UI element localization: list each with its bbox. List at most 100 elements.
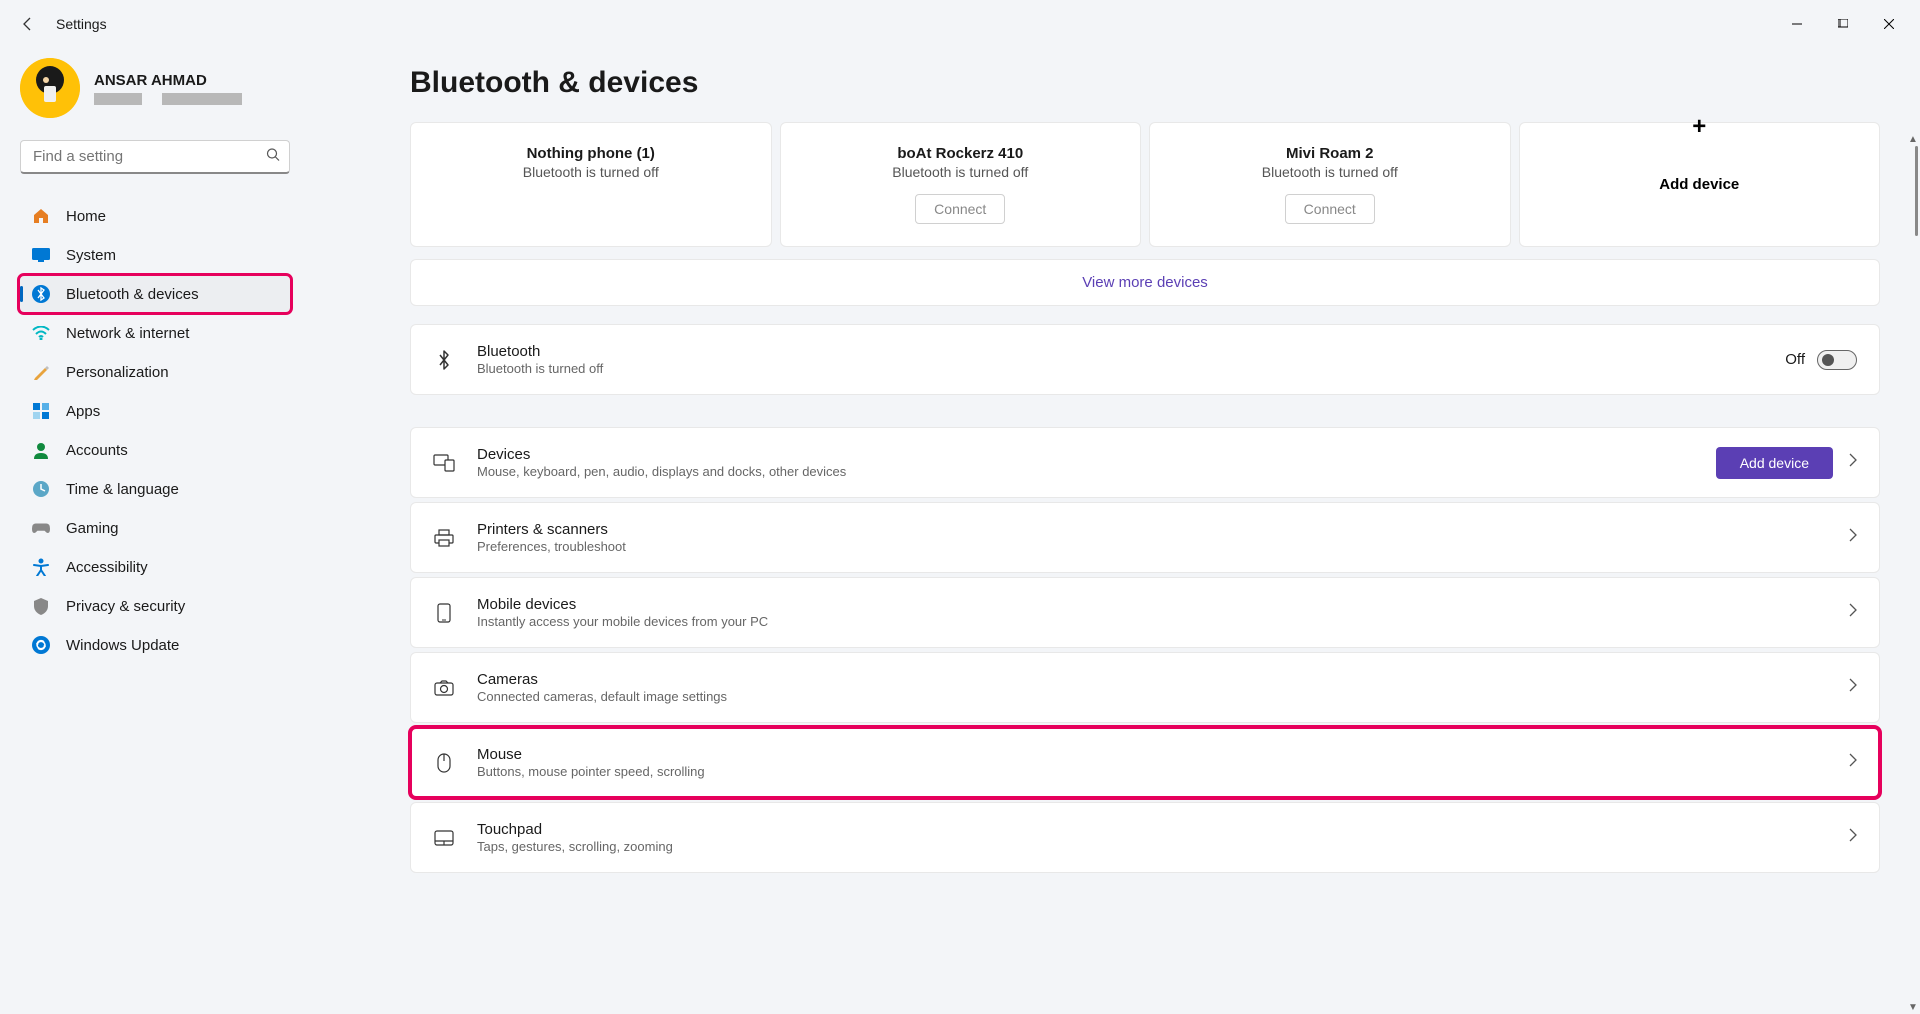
setting-row-mobile[interactable]: Mobile devicesInstantly access your mobi…: [410, 577, 1880, 648]
home-icon: [32, 207, 50, 225]
device-name: boAt Rockerz 410: [897, 145, 1023, 162]
chevron-right-icon: [1849, 603, 1857, 622]
sidebar-item-update[interactable]: Windows Update: [20, 627, 290, 663]
connect-button[interactable]: Connect: [1285, 194, 1375, 224]
bluetooth-state-label: Off: [1785, 351, 1805, 368]
scroll-down-icon[interactable]: ▼: [1906, 1000, 1920, 1014]
bluetooth-toggle[interactable]: [1817, 350, 1857, 370]
search-box: [20, 140, 290, 174]
close-button[interactable]: [1866, 8, 1912, 40]
setting-body: TouchpadTaps, gestures, scrolling, zoomi…: [477, 821, 1827, 854]
view-more-devices[interactable]: View more devices: [410, 259, 1880, 306]
device-status: Bluetooth is turned off: [892, 164, 1028, 180]
setting-action: [1849, 678, 1857, 697]
account-block[interactable]: ANSAR AHMAD: [20, 58, 306, 140]
setting-title: Mouse: [477, 746, 1827, 763]
account-sub: [94, 93, 242, 105]
setting-row-touchpad[interactable]: TouchpadTaps, gestures, scrolling, zoomi…: [410, 802, 1880, 873]
setting-desc: Instantly access your mobile devices fro…: [477, 614, 1827, 629]
search-icon[interactable]: [266, 148, 280, 167]
setting-action: [1849, 603, 1857, 622]
sidebar-item-label: Home: [66, 208, 106, 225]
connect-button[interactable]: Connect: [915, 194, 1005, 224]
sidebar-item-personalization[interactable]: Personalization: [20, 354, 290, 390]
chevron-right-icon: [1849, 828, 1857, 847]
setting-title: Cameras: [477, 671, 1827, 688]
sidebar: ANSAR AHMAD Home System Bluetooth & device…: [0, 48, 310, 1014]
bluetooth-icon: [433, 349, 455, 371]
sidebar-item-accounts[interactable]: Accounts: [20, 432, 290, 468]
sidebar-item-network[interactable]: Network & internet: [20, 315, 290, 351]
sidebar-item-time[interactable]: Time & language: [20, 471, 290, 507]
window-title: Settings: [56, 16, 107, 32]
setting-row-printers[interactable]: Printers & scannersPreferences, troubles…: [410, 502, 1880, 573]
nav: Home System Bluetooth & devices Network & i…: [20, 198, 306, 663]
sidebar-item-label: Privacy & security: [66, 598, 185, 615]
sidebar-item-label: Accessibility: [66, 559, 148, 576]
camera-icon: [433, 680, 455, 696]
sidebar-item-label: Time & language: [66, 481, 179, 498]
device-status: Bluetooth is turned off: [1262, 164, 1398, 180]
sidebar-item-label: System: [66, 247, 116, 264]
setting-title: Mobile devices: [477, 596, 1827, 613]
personalization-icon: [32, 363, 50, 381]
setting-row-cameras[interactable]: CamerasConnected cameras, default image …: [410, 652, 1880, 723]
setting-desc: Taps, gestures, scrolling, zooming: [477, 839, 1827, 854]
sidebar-item-bluetooth[interactable]: Bluetooth & devices: [20, 276, 290, 312]
setting-body: Printers & scannersPreferences, troubles…: [477, 521, 1827, 554]
sidebar-item-gaming[interactable]: Gaming: [20, 510, 290, 546]
search-input[interactable]: [20, 140, 290, 174]
add-device-card[interactable]: +Add device: [1519, 122, 1881, 247]
add-device-label: Add device: [1659, 176, 1739, 193]
privacy-icon: [32, 597, 50, 615]
network-icon: [32, 324, 50, 342]
apps-icon: [32, 402, 50, 420]
sidebar-item-apps[interactable]: Apps: [20, 393, 290, 429]
scrollbar-thumb[interactable]: [1915, 146, 1918, 236]
setting-body: DevicesMouse, keyboard, pen, audio, disp…: [477, 446, 1694, 479]
chevron-right-icon: [1849, 678, 1857, 697]
setting-action: [1849, 753, 1857, 772]
minimize-button[interactable]: [1774, 8, 1820, 40]
system-icon: [32, 246, 50, 264]
devices-icon: [433, 454, 455, 472]
device-cards: Nothing phone (1)Bluetooth is turned off…: [410, 122, 1880, 247]
account-name: ANSAR AHMAD: [94, 72, 242, 89]
back-button[interactable]: [8, 4, 48, 44]
setting-body: Mobile devicesInstantly access your mobi…: [477, 596, 1827, 629]
setting-desc: Connected cameras, default image setting…: [477, 689, 1827, 704]
page-title: Bluetooth & devices: [410, 66, 1880, 100]
avatar: [20, 58, 80, 118]
accounts-icon: [32, 441, 50, 459]
setting-row-devices[interactable]: DevicesMouse, keyboard, pen, audio, disp…: [410, 427, 1880, 498]
setting-body: MouseButtons, mouse pointer speed, scrol…: [477, 746, 1827, 779]
mobile-icon: [433, 603, 455, 623]
window-controls: [1774, 8, 1912, 40]
sidebar-item-label: Network & internet: [66, 325, 189, 342]
setting-title: Printers & scanners: [477, 521, 1827, 538]
bluetooth-toggle-wrap: Off: [1785, 350, 1857, 370]
arrow-left-icon: [20, 16, 36, 32]
add-device-button[interactable]: Add device: [1716, 447, 1833, 479]
bluetooth-toggle-row[interactable]: Bluetooth Bluetooth is turned off Off: [410, 324, 1880, 395]
sidebar-item-accessibility[interactable]: Accessibility: [20, 549, 290, 585]
device-card[interactable]: Mivi Roam 2Bluetooth is turned offConnec…: [1149, 122, 1511, 247]
setting-row-mouse[interactable]: MouseButtons, mouse pointer speed, scrol…: [410, 727, 1880, 798]
scrollbar[interactable]: ▲ ▼: [1906, 146, 1920, 1014]
sidebar-item-label: Bluetooth & devices: [66, 286, 199, 303]
sidebar-item-privacy[interactable]: Privacy & security: [20, 588, 290, 624]
accessibility-icon: [32, 558, 50, 576]
sidebar-item-system[interactable]: System: [20, 237, 290, 273]
sidebar-item-label: Personalization: [66, 364, 169, 381]
sidebar-item-home[interactable]: Home: [20, 198, 290, 234]
device-card[interactable]: boAt Rockerz 410 Bluetooth is turned off C…: [780, 122, 1142, 247]
printer-icon: [433, 529, 455, 547]
device-card[interactable]: Nothing phone (1)Bluetooth is turned off: [410, 122, 772, 247]
chevron-right-icon: [1849, 453, 1857, 472]
mouse-icon: [433, 753, 455, 773]
scroll-up-icon[interactable]: ▲: [1906, 132, 1920, 146]
bluetooth-icon: [32, 285, 50, 303]
maximize-button[interactable]: [1820, 8, 1866, 40]
sidebar-item-label: Accounts: [66, 442, 128, 459]
touchpad-icon: [433, 830, 455, 846]
